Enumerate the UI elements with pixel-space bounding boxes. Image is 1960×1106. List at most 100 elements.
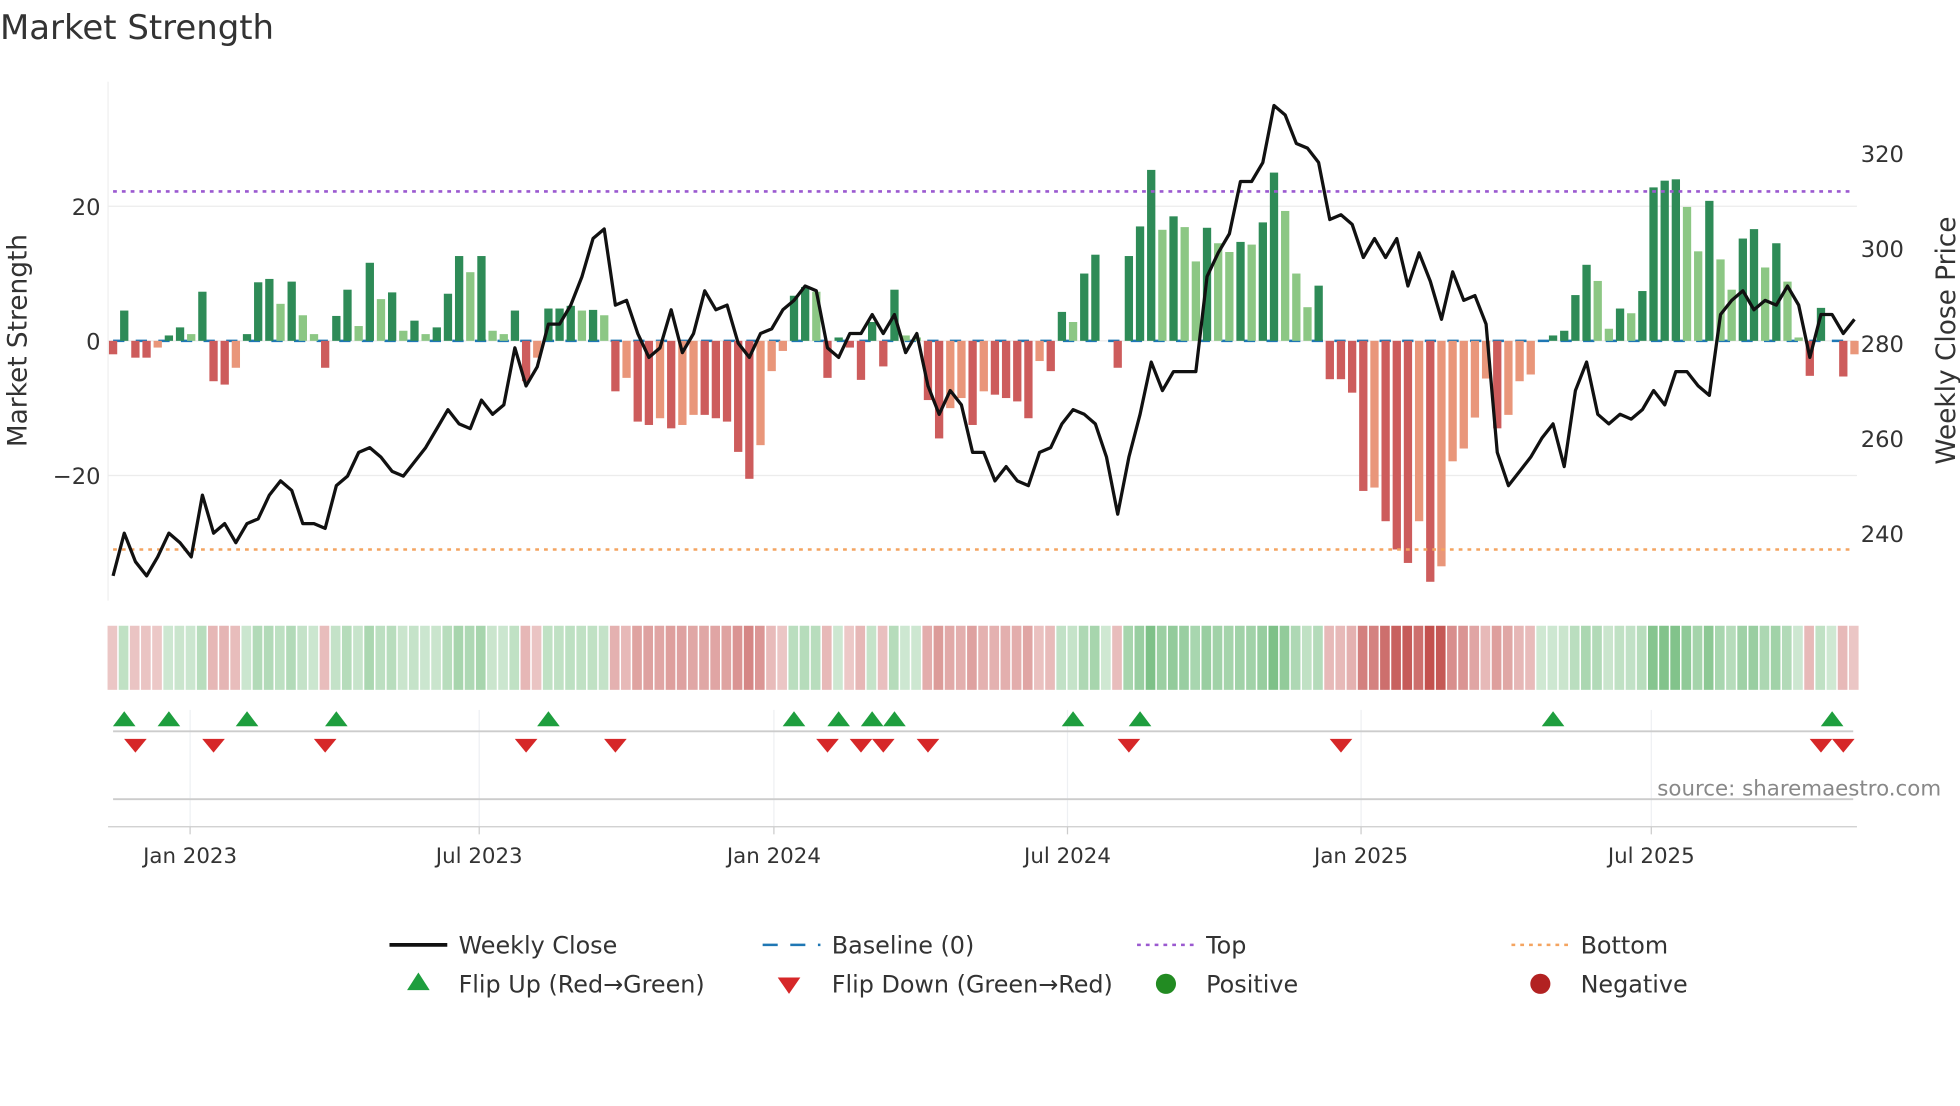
heat-cell: [598, 625, 609, 690]
heat-cell: [1659, 625, 1669, 690]
heat-cell: [1168, 625, 1178, 690]
strength-bar: [1191, 261, 1201, 341]
x-tick-label: Jan 2024: [725, 844, 821, 869]
heat-cell: [420, 625, 430, 690]
y-tick-label: 20: [72, 195, 101, 221]
strength-bar: [510, 310, 520, 341]
heat-cell: [1201, 625, 1212, 690]
heat-cell: [1089, 625, 1100, 690]
legend: Weekly Close Baseline (0) Top Bottom Flip Up…: [389, 932, 1688, 999]
heat-cell: [442, 625, 453, 690]
heat-cell: [1034, 625, 1044, 690]
strength-bar: [588, 309, 598, 341]
strength-bar: [309, 334, 319, 341]
heat-cell: [1737, 625, 1747, 690]
strength-bar: [1392, 340, 1401, 550]
heat-cell: [1212, 625, 1223, 690]
strength-bar: [1147, 169, 1156, 341]
strength-bar: [108, 340, 118, 355]
heat-cell: [754, 625, 765, 690]
strength-bar: [867, 321, 877, 341]
strength-bar: [1526, 340, 1535, 375]
strength-bar: [298, 315, 307, 341]
strength-bar: [1593, 280, 1602, 341]
strength-bar: [1292, 273, 1301, 341]
x-tick-label: Jul 2024: [1022, 844, 1111, 869]
flip-down-marker: [916, 738, 940, 753]
strength-bar: [376, 299, 386, 341]
heat-cell: [252, 625, 263, 690]
strength-bar: [120, 310, 129, 341]
heat-cell: [509, 625, 520, 690]
heat-cell: [487, 625, 497, 690]
heat-cell: [1179, 625, 1189, 690]
flip-up-marker: [157, 711, 181, 727]
heat-cell: [1413, 625, 1424, 690]
legend-label: Bottom: [1581, 932, 1669, 960]
strength-bar: [879, 340, 888, 367]
strength-bar: [1381, 340, 1390, 522]
heat-cell: [643, 625, 654, 690]
strength-bar: [1135, 226, 1145, 341]
heat-cell: [208, 625, 218, 690]
legend-label: Flip Down (Green→Red): [832, 971, 1113, 999]
strength-bar: [432, 327, 441, 341]
heat-cell: [330, 625, 341, 690]
strength-bar: [778, 340, 787, 351]
strength-bar: [979, 340, 988, 392]
heat-cell: [1279, 625, 1290, 690]
flip-up-marker: [883, 711, 906, 727]
strength-bar: [711, 340, 721, 419]
strength-bar: [1850, 340, 1859, 355]
strength-bar: [321, 340, 330, 368]
heat-cell: [196, 625, 207, 690]
strength-bar: [410, 320, 419, 341]
heat-cell: [1313, 625, 1323, 690]
y2-tick-label: 240: [1861, 522, 1904, 548]
strength-bar: [1080, 273, 1089, 341]
strength-bar: [1749, 229, 1759, 341]
heat-cell: [1145, 625, 1156, 690]
strength-bar: [209, 340, 218, 382]
heat-cell: [1391, 625, 1401, 690]
heat-cell: [1346, 625, 1357, 690]
heat-cell: [1525, 625, 1535, 690]
flip-down-marker: [849, 738, 873, 753]
heat-cell: [810, 625, 821, 690]
strength-bar: [1660, 180, 1669, 341]
strength-bar: [1470, 340, 1480, 418]
strength-bar: [1169, 216, 1178, 341]
heat-cell: [888, 625, 899, 690]
strength-bar: [745, 340, 754, 479]
source-label: source: sharemaestro.com: [1657, 776, 1941, 801]
heat-cell: [230, 625, 240, 690]
strength-bar: [153, 340, 162, 348]
heat-cell: [263, 625, 274, 690]
strength-bar: [1303, 307, 1312, 341]
strength-bar: [1437, 340, 1446, 567]
heat-cell: [855, 625, 866, 690]
strength-bar: [722, 340, 732, 422]
heat-cell: [274, 625, 285, 690]
y-axis-label: Market Strength: [3, 234, 33, 447]
heat-cell: [911, 625, 921, 690]
heat-cell: [699, 625, 709, 690]
heat-cell: [152, 625, 162, 690]
heat-cell: [1603, 625, 1614, 690]
flip-up-marker: [782, 711, 806, 727]
legend-label: Baseline (0): [832, 932, 975, 960]
strength-bar: [1359, 340, 1368, 491]
heat-cell: [1078, 625, 1089, 690]
strength-bar: [1124, 256, 1134, 341]
heat-cell: [1636, 625, 1647, 690]
heat-cell: [1324, 625, 1334, 690]
heat-cell: [1625, 625, 1636, 690]
strength-bar: [633, 340, 642, 422]
heat-cell: [375, 625, 386, 690]
x-tick-label: Jul 2023: [434, 844, 523, 869]
heat-cell: [1536, 625, 1547, 690]
heat-cell: [1156, 625, 1167, 690]
y2-tick-label: 300: [1861, 237, 1904, 263]
strength-bar: [1057, 311, 1067, 341]
heat-cell: [408, 625, 419, 690]
